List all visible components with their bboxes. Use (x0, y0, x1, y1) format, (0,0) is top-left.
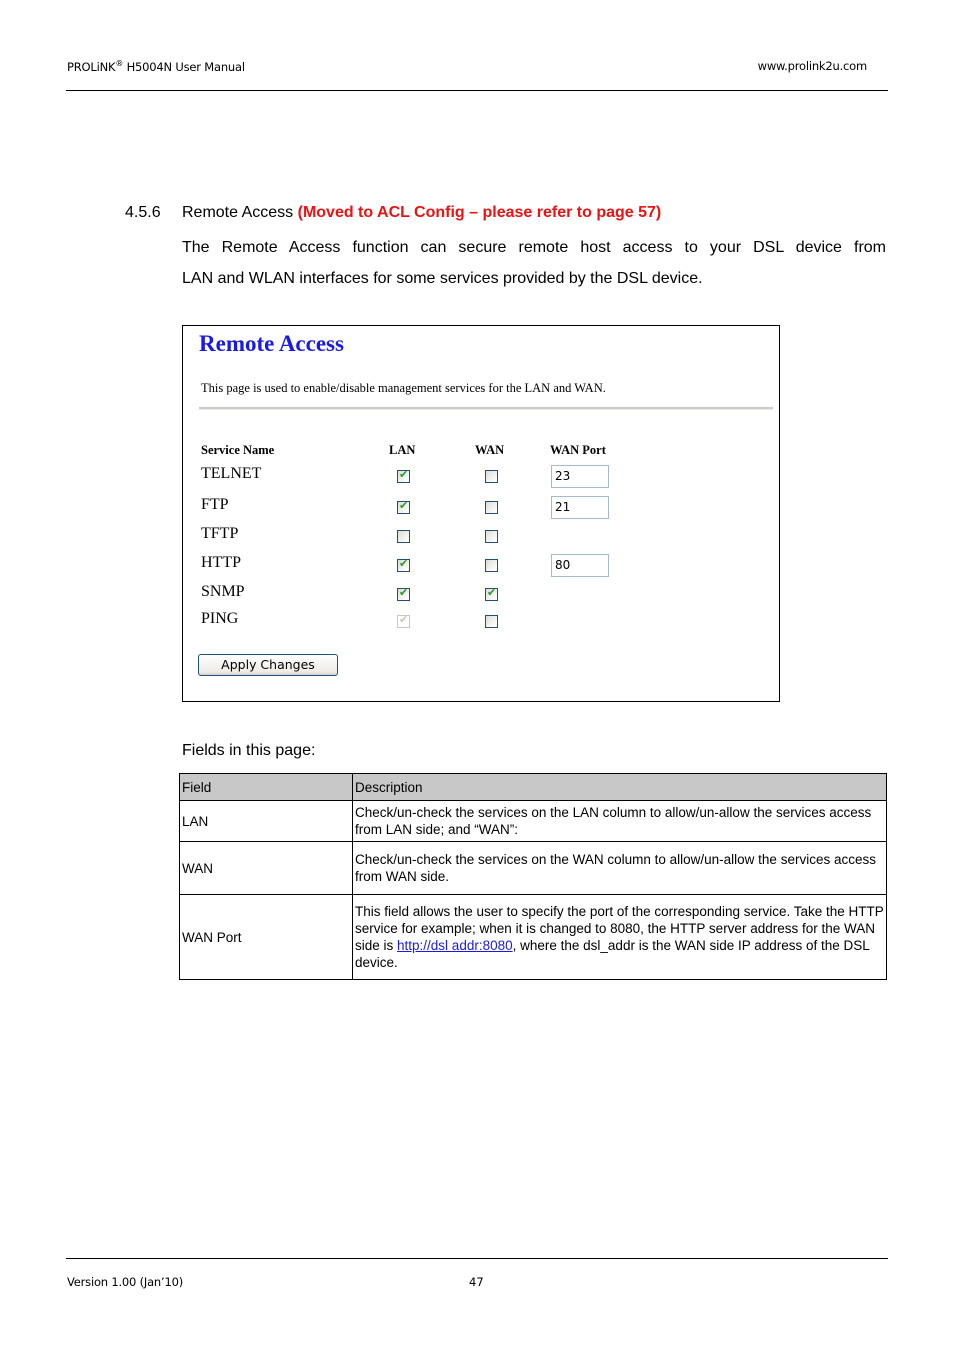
check-icon: ✔ (487, 586, 497, 599)
check-icon: ✔ (399, 468, 409, 481)
footer-divider (66, 1258, 888, 1259)
service-name: HTTP (201, 554, 241, 571)
service-name: PING (201, 610, 239, 627)
lan-checkbox: ✔ (397, 613, 410, 628)
column-wan: WAN (475, 443, 505, 457)
version-label: Version 1.00 (Jan’10) (67, 1275, 183, 1289)
section-paragraph: The Remote Access function can secure re… (182, 232, 886, 294)
page-number: 47 (469, 1275, 484, 1289)
fields-label: Fields in this page: (182, 742, 316, 759)
field-description: This field allows the user to specify th… (352, 894, 887, 980)
registered-mark: ® (115, 59, 124, 68)
service-name: FTP (201, 496, 229, 513)
wan-checkbox[interactable] (485, 470, 498, 483)
screenshot-divider (199, 407, 773, 410)
table-row: LAN Check/un-check the services on the L… (179, 800, 887, 842)
header-divider (66, 90, 888, 91)
wan-port-input[interactable]: 80 (551, 554, 609, 577)
dsl-addr-link[interactable]: http://dsl addr:8080 (397, 938, 513, 953)
manual-header-title: PROLiNK® H5004N User Manual (67, 59, 245, 74)
header-field: Field (179, 773, 353, 801)
paragraph-line-1: The Remote Access function can secure re… (182, 239, 886, 256)
wan-port-input[interactable]: 23 (551, 465, 609, 488)
wan-checkbox[interactable] (485, 530, 498, 543)
lan-checkbox[interactable] (397, 530, 410, 543)
table-header-row: Field Description (179, 773, 887, 801)
check-icon: ✔ (399, 613, 409, 626)
apply-changes-button[interactable]: Apply Changes (198, 654, 338, 676)
field-description: Check/un-check the services on the LAN c… (352, 800, 887, 842)
remote-access-description: This page is used to enable/disable mana… (201, 381, 606, 395)
website-url: www.prolink2u.com (757, 59, 868, 73)
fields-table: Field Description LAN Check/un-check the… (179, 773, 887, 980)
brand-name: PROLiNK (67, 59, 116, 74)
column-service-name: Service Name (201, 443, 275, 457)
field-name: WAN (179, 841, 353, 895)
wan-checkbox[interactable] (485, 559, 498, 572)
wan-port-input[interactable]: 21 (551, 496, 609, 519)
lan-checkbox[interactable]: ✔ (397, 468, 410, 483)
lan-checkbox[interactable]: ✔ (397, 557, 410, 572)
service-name: TFTP (201, 525, 239, 542)
table-row: WAN Port This field allows the user to s… (179, 894, 887, 980)
lan-checkbox[interactable]: ✔ (397, 499, 410, 514)
check-icon: ✔ (399, 586, 409, 599)
remote-access-screenshot: Remote Access This page is used to enabl… (182, 325, 780, 702)
wan-checkbox[interactable] (485, 501, 498, 514)
check-icon: ✔ (399, 499, 409, 512)
service-name: TELNET (201, 465, 262, 482)
table-row: WAN Check/un-check the services on the W… (179, 841, 887, 895)
remote-access-title: Remote Access (199, 331, 344, 356)
field-name: LAN (179, 800, 353, 842)
column-lan: LAN (389, 443, 416, 457)
header-description: Description (352, 773, 887, 801)
check-icon: ✔ (399, 557, 409, 570)
field-description: Check/un-check the services on the WAN c… (352, 841, 887, 895)
section-heading: 4.5.6 Remote Access (Moved to ACL Config … (125, 204, 661, 222)
manual-title: H5004N User Manual (126, 59, 245, 74)
paragraph-line-2: LAN and WLAN interfaces for some service… (182, 270, 703, 287)
field-name: WAN Port (179, 894, 353, 980)
column-wan-port: WAN Port (550, 443, 606, 457)
wan-checkbox[interactable]: ✔ (485, 586, 498, 601)
service-name: SNMP (201, 583, 245, 600)
lan-checkbox[interactable]: ✔ (397, 586, 410, 601)
section-moved-note: (Moved to ACL Config – please refer to p… (297, 204, 662, 221)
wan-checkbox[interactable] (485, 615, 498, 628)
section-number: 4.5.6 (125, 204, 161, 221)
section-title: Remote Access (182, 204, 294, 221)
